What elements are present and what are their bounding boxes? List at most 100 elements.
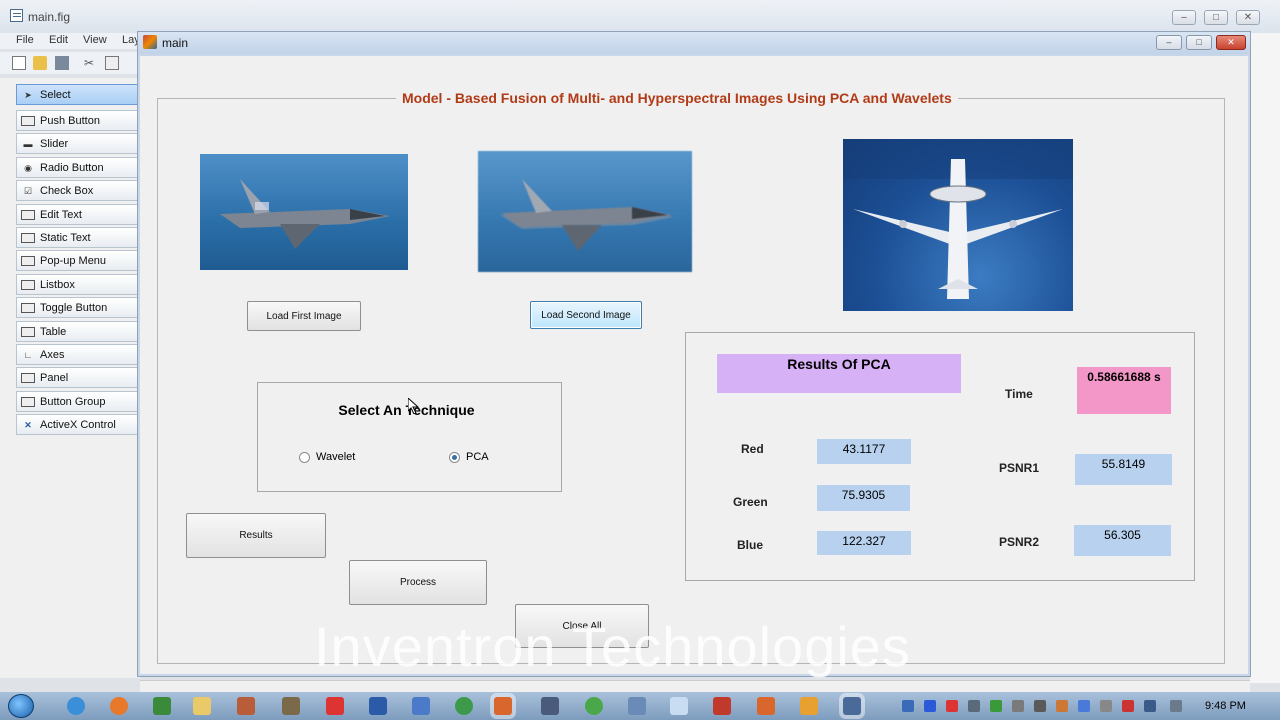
- watermark-text: Inventron Technologies: [314, 615, 911, 678]
- palette-popup-menu[interactable]: Pop-up Menu: [16, 250, 138, 271]
- radio-button-icon: ◉: [24, 162, 32, 173]
- acrobat-icon[interactable]: [713, 697, 731, 715]
- word-icon[interactable]: [369, 697, 387, 715]
- palette-check-box[interactable]: ☑ Check Box: [16, 180, 138, 201]
- cut-icon[interactable]: ✂: [84, 56, 98, 70]
- radio-indicator[interactable]: [299, 451, 310, 463]
- palette-toggle-button[interactable]: Toggle Button: [16, 297, 138, 318]
- tray-display-icon[interactable]: [968, 700, 980, 712]
- menu-file[interactable]: File: [16, 34, 34, 46]
- wavelet-radio[interactable]: Wavelet: [299, 451, 355, 463]
- firefox-icon[interactable]: [110, 697, 128, 715]
- taskbar-clock[interactable]: 9:48 PM: [1205, 700, 1246, 712]
- app-icon[interactable]: [153, 697, 171, 715]
- mouse-cursor-icon: [408, 398, 420, 414]
- load-second-image-button[interactable]: Load Second Image: [530, 301, 642, 329]
- results-button[interactable]: Results: [186, 513, 326, 558]
- palette-activex-control[interactable]: ✕ ActiveX Control: [16, 414, 138, 435]
- notepad-icon[interactable]: [412, 697, 430, 715]
- explorer-icon[interactable]: [193, 697, 211, 715]
- palette-label: Push Button: [40, 114, 100, 127]
- panel-icon: [21, 372, 35, 383]
- file-icon[interactable]: [670, 697, 688, 715]
- palette-radio-button[interactable]: ◉ Radio Button: [16, 157, 138, 178]
- button-group-icon: [21, 396, 35, 407]
- palette-table[interactable]: Table: [16, 321, 138, 342]
- chrome-icon[interactable]: [455, 697, 473, 715]
- menu-edit[interactable]: Edit: [49, 34, 68, 46]
- tray-app-icon[interactable]: [1056, 700, 1068, 712]
- results-header: Results Of PCA: [717, 354, 961, 393]
- palette-label: Edit Text: [40, 208, 82, 221]
- tray-monitor-icon[interactable]: [1144, 700, 1156, 712]
- open-folder-icon[interactable]: [33, 56, 47, 70]
- pca-radio-label: PCA: [466, 451, 489, 463]
- tray-search-icon[interactable]: [946, 700, 958, 712]
- figure-maximize-button[interactable]: □: [1186, 35, 1212, 50]
- tray-shield-icon[interactable]: [990, 700, 1002, 712]
- tray-gear-icon[interactable]: [1034, 700, 1046, 712]
- green-value: 75.9305: [817, 485, 910, 511]
- palette-listbox[interactable]: Listbox: [16, 274, 138, 295]
- copy-icon[interactable]: [105, 56, 119, 70]
- paint-icon[interactable]: [628, 697, 646, 715]
- ie-icon[interactable]: [67, 697, 85, 715]
- tray-printer-icon[interactable]: [1100, 700, 1112, 712]
- save-file-icon[interactable]: [843, 697, 861, 715]
- tray-network-icon[interactable]: [902, 700, 914, 712]
- media-icon[interactable]: [237, 697, 255, 715]
- player-icon[interactable]: [800, 697, 818, 715]
- main-heading: Model - Based Fusion of Multi- and Hyper…: [396, 90, 958, 106]
- close-button[interactable]: ✕: [1236, 10, 1260, 25]
- figure-minimize-button[interactable]: –: [1156, 35, 1182, 50]
- toggle-button-icon: [21, 302, 35, 313]
- palette-edit-text[interactable]: Edit Text: [16, 204, 138, 225]
- results-panel: Results Of PCA Time 0.58661688 s Red 43.…: [685, 332, 1195, 581]
- pca-radio[interactable]: PCA: [449, 451, 489, 463]
- maximize-button[interactable]: □: [1204, 10, 1228, 25]
- figure-titlebar[interactable]: main – □ ✕: [138, 32, 1250, 54]
- figure-window: main – □ ✕ Model - Based Fusion of Multi…: [137, 31, 1251, 677]
- time-label: Time: [1005, 387, 1033, 401]
- wavelet-radio-label: Wavelet: [316, 451, 356, 463]
- save-icon[interactable]: [55, 56, 69, 70]
- process-button[interactable]: Process: [349, 560, 487, 605]
- tray-update-icon[interactable]: [1078, 700, 1090, 712]
- radio-indicator[interactable]: [449, 451, 460, 463]
- guide-window-title: main.fig: [28, 10, 71, 24]
- matlab-icon-2[interactable]: [757, 697, 775, 715]
- load-first-image-button[interactable]: Load First Image: [247, 301, 361, 331]
- palette-label: Axes: [40, 348, 65, 361]
- palette-select[interactable]: ➤ Select: [16, 84, 138, 105]
- calculator-icon[interactable]: [541, 697, 559, 715]
- pdf-reader-icon[interactable]: [326, 697, 344, 715]
- palette-push-button[interactable]: Push Button: [16, 110, 138, 131]
- jet-image: [220, 179, 390, 249]
- palette-label: Select: [40, 88, 71, 101]
- minimize-button[interactable]: –: [1172, 10, 1196, 25]
- palette-panel[interactable]: Panel: [16, 367, 138, 388]
- palette-slider[interactable]: ▬ Slider: [16, 133, 138, 154]
- blue-value: 122.327: [817, 531, 911, 555]
- palette-axes[interactable]: ∟ Axes: [16, 344, 138, 365]
- green-app-icon[interactable]: [585, 697, 603, 715]
- palette-static-text[interactable]: Static Text: [16, 227, 138, 248]
- psnr1-label: PSNR1: [999, 461, 1040, 475]
- start-button[interactable]: [8, 694, 34, 718]
- palette-label: Static Text: [40, 231, 91, 244]
- figure-close-button[interactable]: ✕: [1216, 35, 1246, 50]
- tray-alert-icon[interactable]: [1122, 700, 1134, 712]
- menu-view[interactable]: View: [83, 34, 107, 46]
- palette-button-group[interactable]: Button Group: [16, 391, 138, 412]
- archive-icon[interactable]: [282, 697, 300, 715]
- matlab-icon[interactable]: [494, 697, 512, 715]
- volume-icon[interactable]: [1170, 700, 1182, 712]
- red-value: 43.1177: [817, 439, 911, 464]
- palette-label: ActiveX Control: [40, 418, 116, 431]
- push-button-icon: [21, 115, 35, 126]
- blue-label: Blue: [737, 538, 764, 552]
- tray-bluetooth-icon[interactable]: [924, 700, 936, 712]
- green-label: Green: [733, 495, 768, 509]
- new-file-icon[interactable]: [12, 56, 26, 70]
- tray-tool-icon[interactable]: [1012, 700, 1024, 712]
